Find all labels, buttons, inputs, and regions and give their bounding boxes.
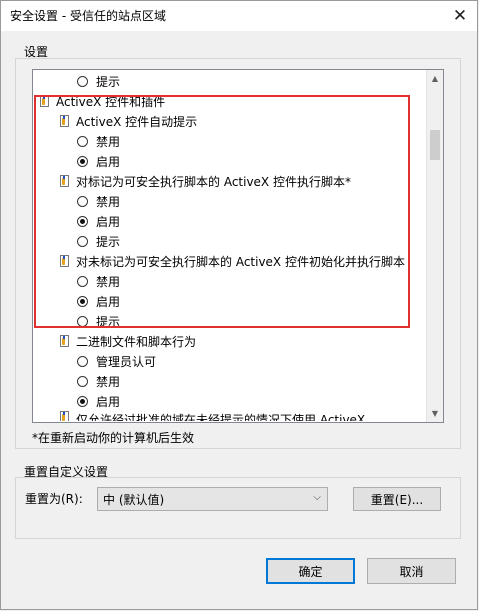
tree-item-label: 启用 (96, 154, 121, 169)
radio-option[interactable]: 管理员认可 (77, 351, 156, 371)
settings-document-icon (60, 335, 69, 347)
radio-selected-icon[interactable] (77, 215, 88, 227)
settings-item: ActiveX 控件自动提示 (60, 111, 197, 131)
tree-item-label: ActiveX 控件自动提示 (76, 114, 198, 129)
radio-option[interactable]: 禁用 (77, 271, 120, 291)
radio-unselected-icon[interactable] (77, 195, 88, 207)
tree-item-label: 启用 (96, 214, 121, 229)
arrow-down-icon: ▼ (431, 409, 439, 418)
reset-button[interactable]: 重置(E)... (353, 487, 441, 511)
settings-document-icon (60, 411, 69, 421)
ok-button-label: 确定 (298, 564, 323, 579)
radio-selected-icon[interactable] (77, 295, 88, 307)
settings-document-icon (40, 95, 49, 107)
settings-tree-list[interactable]: 提示 ActiveX 控件和插件 ActiveX 控件自动提示 禁用 启用 对标记为可安全… (32, 69, 444, 423)
settings-document-icon (60, 115, 69, 127)
radio-option[interactable]: 提示 (77, 311, 120, 331)
cancel-button[interactable]: 取消 (367, 558, 456, 584)
cancel-button-label: 取消 (399, 564, 424, 579)
tree-item-label: 启用 (96, 294, 121, 309)
radio-option[interactable]: 启用 (77, 291, 120, 311)
window-title: 安全设置 - 受信任的站点区域 (10, 9, 166, 23)
radio-option[interactable]: 提示 (77, 71, 120, 91)
tree-item-label: 提示 (96, 234, 121, 249)
arrow-up-icon: ▲ (431, 74, 439, 83)
tree-item-label: ActiveX 控件和插件 (56, 94, 166, 109)
radio-unselected-icon[interactable] (77, 235, 88, 247)
ok-button[interactable]: 确定 (266, 558, 355, 584)
tree-item-label: 提示 (96, 314, 121, 329)
radio-option[interactable]: 启用 (77, 211, 120, 231)
radio-option[interactable]: 提示 (77, 231, 120, 251)
radio-unselected-icon[interactable] (77, 355, 88, 367)
tree-item-label: 管理员认可 (96, 354, 157, 369)
scroll-down-arrow[interactable]: ▼ (427, 405, 443, 422)
reset-level-select[interactable]: 中 (默认值) ⌵ (97, 487, 328, 511)
chevron-down-icon: ⌵ (313, 492, 321, 503)
tree-item-label: 禁用 (96, 134, 121, 149)
reset-button-label: 重置(E)... (370, 492, 424, 507)
settings-document-icon (60, 175, 69, 187)
radio-selected-icon[interactable] (77, 155, 88, 167)
radio-unselected-icon[interactable] (77, 135, 88, 147)
security-settings-dialog: 安全设置 - 受信任的站点区域 ✕ 设置 提示 ActiveX 控件和插件 Acti… (0, 0, 478, 610)
radio-option[interactable]: 启用 (77, 391, 120, 411)
scroll-thumb[interactable] (430, 130, 440, 160)
radio-option[interactable]: 禁用 (77, 131, 120, 151)
radio-unselected-icon[interactable] (77, 375, 88, 387)
tree-item-label: 对未标记为可安全执行脚本的 ActiveX 控件初始化并执行脚本 (76, 254, 405, 269)
settings-item: 对未标记为可安全执行脚本的 ActiveX 控件初始化并执行脚本 (60, 251, 405, 271)
radio-option[interactable]: 禁用 (77, 371, 120, 391)
tree-item-label: 启用 (96, 394, 121, 409)
tree-item-label: 对标记为可安全执行脚本的 ActiveX 控件执行脚本* (76, 174, 351, 189)
tree-item-label: 仅允许经过批准的域在未经提示的情况下使用 ActiveX (76, 413, 366, 421)
tree-item-label: 二进制文件和脚本行为 (76, 334, 197, 349)
close-icon: ✕ (452, 6, 468, 26)
radio-unselected-icon[interactable] (77, 315, 88, 327)
radio-option[interactable]: 启用 (77, 151, 120, 171)
vertical-scrollbar[interactable]: ▲ ▼ (426, 70, 443, 422)
scroll-up-arrow[interactable]: ▲ (427, 70, 443, 87)
radio-option[interactable]: 禁用 (77, 191, 120, 211)
tree-item-label: 禁用 (96, 194, 121, 209)
settings-category: ActiveX 控件和插件 (40, 91, 165, 111)
settings-item: 二进制文件和脚本行为 (60, 331, 196, 351)
radio-unselected-icon[interactable] (77, 75, 88, 87)
reset-to-label: 重置为(R): (25, 492, 83, 506)
tree-item-label: 提示 (96, 74, 121, 89)
radio-unselected-icon[interactable] (77, 275, 88, 287)
reset-level-value: 中 (默认值) (103, 492, 165, 507)
settings-document-icon (60, 255, 69, 267)
tree-item-label: 禁用 (96, 274, 121, 289)
settings-item: 仅允许经过批准的域在未经提示的情况下使用 ActiveX (60, 411, 365, 421)
radio-selected-icon[interactable] (77, 395, 88, 407)
settings-item: 对标记为可安全执行脚本的 ActiveX 控件执行脚本* (60, 171, 351, 191)
close-button[interactable]: ✕ (443, 1, 477, 31)
tree-item-label: 禁用 (96, 374, 121, 389)
restart-footnote: *在重新启动你的计算机后生效 (32, 431, 195, 445)
title-bar: 安全设置 - 受信任的站点区域 ✕ (1, 1, 477, 31)
